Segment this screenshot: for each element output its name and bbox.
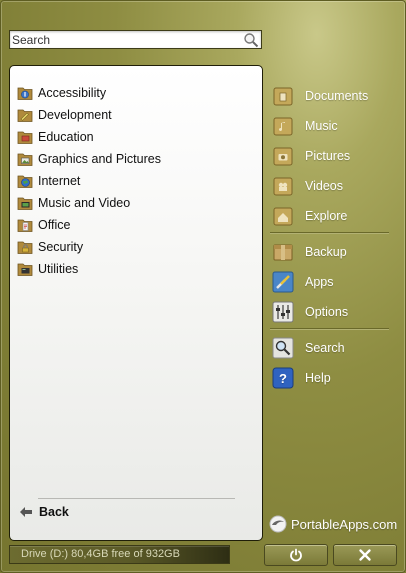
menu-help[interactable]: ? Help xyxy=(272,365,392,391)
category-item-development[interactable]: Development xyxy=(17,104,161,126)
development-folder-icon xyxy=(17,109,33,122)
category-item-music-video[interactable]: Music and Video xyxy=(17,192,161,214)
utilities-folder-icon xyxy=(17,263,33,276)
menu-search[interactable]: Search xyxy=(272,335,392,361)
portableapps-brand[interactable]: PortableApps.com xyxy=(269,515,397,533)
search-magnifier-icon xyxy=(272,337,294,359)
category-item-education[interactable]: Education xyxy=(17,126,161,148)
pictures-folder-icon xyxy=(273,147,293,166)
documents-folder-icon xyxy=(273,87,293,106)
apps-tools-icon xyxy=(272,271,294,293)
office-folder-icon xyxy=(17,219,33,232)
menu-separator xyxy=(270,328,389,330)
close-icon xyxy=(359,549,371,561)
menu-backup-label: Backup xyxy=(305,245,347,259)
category-label: Graphics and Pictures xyxy=(38,152,161,166)
category-item-utilities[interactable]: Utilities xyxy=(17,258,161,280)
search-icon[interactable] xyxy=(243,32,259,48)
menu-videos[interactable]: Videos xyxy=(272,173,392,199)
internet-folder-icon xyxy=(17,175,33,188)
videos-folder-icon xyxy=(273,177,293,196)
menu-music[interactable]: Music xyxy=(272,113,392,139)
category-label: Accessibility xyxy=(38,86,107,100)
category-item-office[interactable]: Office xyxy=(17,214,161,236)
search-box[interactable] xyxy=(9,30,262,49)
arrow-left-icon xyxy=(20,507,32,517)
app-list-panel: Accessibility Development Education Grap… xyxy=(9,65,263,541)
category-label: Education xyxy=(38,130,94,144)
category-item-graphics[interactable]: Graphics and Pictures xyxy=(17,148,161,170)
menu-search-label: Search xyxy=(305,341,345,355)
menu-apps[interactable]: Apps xyxy=(272,269,392,295)
help-question-icon: ? xyxy=(272,367,294,389)
back-separator xyxy=(38,498,235,499)
category-label: Security xyxy=(38,240,84,254)
power-icon xyxy=(290,548,302,562)
portableapps-logo-icon xyxy=(269,515,287,533)
category-label: Internet xyxy=(38,174,81,188)
drive-status-bar: Drive (D:) 80,4GB free of 932GB xyxy=(9,545,230,564)
menu-documents[interactable]: Documents xyxy=(272,83,392,109)
menu-explore-label: Explore xyxy=(305,209,348,223)
drive-status-text: Drive (D:) 80,4GB free of 932GB xyxy=(21,548,180,560)
options-sliders-icon xyxy=(272,301,294,323)
menu-help-label: Help xyxy=(305,371,331,385)
category-item-security[interactable]: Security xyxy=(17,236,161,258)
category-label: Development xyxy=(38,108,112,122)
menu-explore[interactable]: Explore xyxy=(272,203,392,229)
menu-pictures[interactable]: Pictures xyxy=(272,143,392,169)
explore-folder-icon xyxy=(273,207,293,226)
menu-options-label: Options xyxy=(305,305,349,319)
menu-apps-label: Apps xyxy=(305,275,334,289)
svg-text:?: ? xyxy=(279,371,287,386)
category-item-internet[interactable]: Internet xyxy=(17,170,161,192)
category-label: Utilities xyxy=(38,262,79,276)
music-folder-icon xyxy=(273,117,293,136)
menu-backup[interactable]: Backup xyxy=(272,239,392,265)
back-button[interactable]: Back xyxy=(19,503,69,521)
graphics-folder-icon xyxy=(17,153,33,166)
music-video-folder-icon xyxy=(17,197,33,210)
back-label: Back xyxy=(39,505,69,519)
education-folder-icon xyxy=(17,131,33,144)
power-button[interactable] xyxy=(264,544,328,566)
menu-separator xyxy=(270,232,389,234)
menu-videos-label: Videos xyxy=(305,179,343,193)
security-folder-icon xyxy=(17,241,33,254)
accessibility-folder-icon xyxy=(17,87,33,100)
category-item-accessibility[interactable]: Accessibility xyxy=(17,82,161,104)
menu-pictures-label: Pictures xyxy=(305,149,351,163)
menu-music-label: Music xyxy=(305,119,338,133)
category-label: Music and Video xyxy=(38,196,131,210)
brand-label: PortableApps.com xyxy=(291,516,398,532)
search-input[interactable] xyxy=(12,32,240,47)
backup-box-icon xyxy=(273,244,293,261)
menu-documents-label: Documents xyxy=(305,89,369,103)
close-button[interactable] xyxy=(333,544,397,566)
category-label: Office xyxy=(38,218,71,232)
category-list: Accessibility Development Education Grap… xyxy=(17,82,161,280)
menu-options[interactable]: Options xyxy=(272,299,392,325)
